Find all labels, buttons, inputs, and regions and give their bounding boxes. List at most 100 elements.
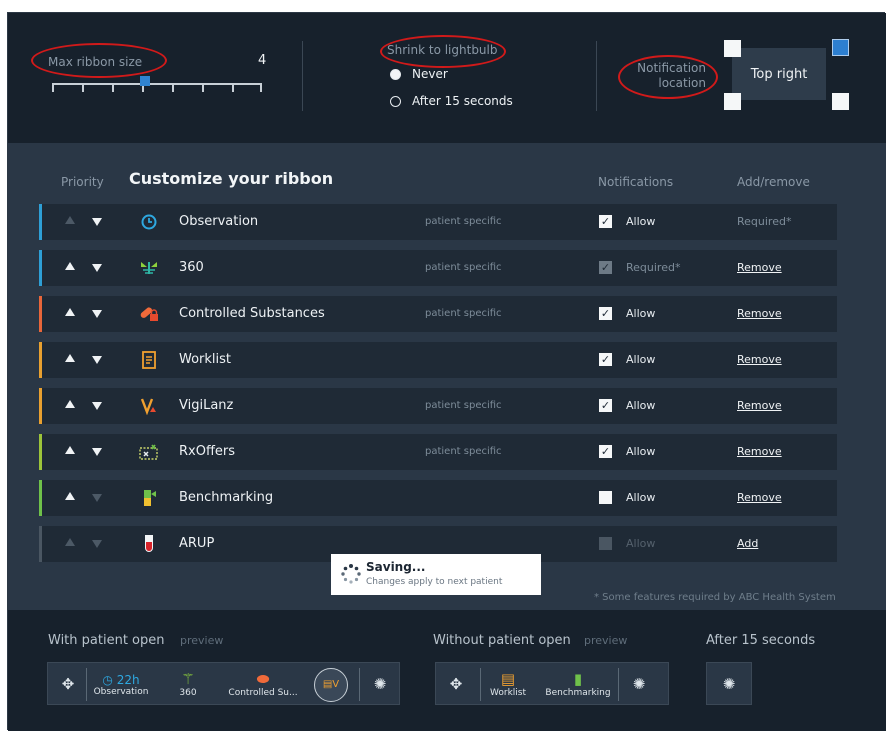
move-up-button[interactable] [65, 446, 75, 454]
ribbon-preview-after-15s: ✺ [706, 662, 752, 705]
notification-label: Required* [626, 261, 681, 274]
col-priority: Priority [61, 175, 104, 189]
remove-link[interactable]: Remove [737, 261, 782, 274]
notification-label: Allow [626, 537, 656, 550]
notification-label: Allow [626, 353, 656, 366]
shrink-never-label[interactable]: Never [412, 67, 448, 81]
corner-top-right[interactable] [832, 39, 849, 56]
move-up-button[interactable] [65, 262, 75, 270]
corner-top-left[interactable] [724, 40, 741, 57]
notification-checkbox: ✓ [599, 261, 612, 274]
table-row: RxOffers patient specific ✓ Allow Remove [39, 434, 837, 470]
move-down-button[interactable] [92, 448, 102, 456]
360-icon [138, 258, 160, 278]
remove-link[interactable]: Remove [737, 445, 782, 458]
move-up-button[interactable] [65, 308, 75, 316]
move-up-button [65, 538, 75, 546]
remove-link[interactable]: Remove [737, 353, 782, 366]
notification-checkbox[interactable]: ✓ [599, 215, 612, 228]
move-up-button[interactable] [65, 216, 75, 224]
notification-label: Allow [626, 491, 656, 504]
saving-toast: Saving... Changes apply to next patient [331, 554, 541, 595]
move-icon: ✥ [449, 675, 463, 693]
corner-bottom-left[interactable] [724, 93, 741, 110]
move-down-button[interactable] [92, 264, 102, 272]
notification-checkbox[interactable] [599, 491, 612, 504]
ribbon-preview-without-patient: ✥ ▤ Worklist ▮ Benchmarking ✺ [435, 662, 669, 705]
shrink-never-radio[interactable] [390, 69, 401, 80]
preview-overflow-group[interactable]: ▤V [311, 666, 351, 703]
lightbulb-icon: ✺ [632, 675, 646, 693]
lightbulb-toggle[interactable]: ✺ [624, 666, 654, 703]
move-down-button [92, 540, 102, 548]
remove-link[interactable]: Remove [737, 491, 782, 504]
move-down-button[interactable] [92, 218, 102, 226]
toast-title: Saving... [366, 560, 426, 574]
move-up-button[interactable] [65, 400, 75, 408]
ribbon-settings-window: Max ribbon size 4 Shrink to lightbulb Ne… [7, 12, 886, 731]
lightbulb-icon: ✺ [722, 675, 736, 693]
rxoffers-icon [138, 442, 160, 462]
shrink-15s-label[interactable]: After 15 seconds [412, 94, 513, 108]
row-name: Observation [179, 214, 259, 229]
slider-tick [260, 85, 262, 92]
required-label: Required* [737, 215, 792, 228]
divider [302, 41, 303, 111]
ribbon-size-slider-thumb[interactable] [140, 76, 150, 86]
preview-controlled: ⬬ Controlled Su... [228, 670, 298, 699]
row-name: Worklist [179, 352, 232, 367]
shrink-15s-radio[interactable] [390, 96, 401, 107]
row-name: RxOffers [179, 444, 236, 459]
move-up-button[interactable] [65, 354, 75, 362]
with-patient-label: With patient open [48, 633, 165, 648]
add-link[interactable]: Add [737, 537, 758, 550]
notification-label: Allow [626, 445, 656, 458]
grouped-apps-icon: ▤V [314, 667, 348, 702]
worklist-icon [138, 350, 160, 370]
preview-worklist: ▤ Worklist [489, 670, 526, 699]
move-handle[interactable]: ✥ [56, 666, 80, 703]
move-down-button[interactable] [92, 310, 102, 318]
slider-tick [142, 85, 144, 92]
highlight-ring [380, 35, 506, 68]
lightbulb-toggle[interactable]: ✺ [365, 666, 395, 703]
settings-bar: Max ribbon size 4 Shrink to lightbulb Ne… [8, 13, 886, 143]
divider [596, 41, 597, 111]
move-down-button [92, 494, 102, 502]
location-button-label: Top right [750, 66, 808, 82]
slider-tick [232, 85, 234, 92]
360-icon: ⚚ [181, 670, 195, 688]
lightbulb-toggle[interactable]: ✺ [715, 666, 743, 703]
move-down-button[interactable] [92, 402, 102, 410]
table-row: Controlled Substances patient specific ✓… [39, 296, 837, 332]
notification-checkbox[interactable]: ✓ [599, 353, 612, 366]
pill-lock-icon: ⬬ [256, 670, 270, 688]
move-icon: ✥ [61, 675, 75, 693]
row-name: VigiLanz [179, 398, 234, 413]
corner-bottom-right[interactable] [832, 93, 849, 110]
notification-checkbox[interactable]: ✓ [599, 399, 612, 412]
pill-lock-icon [138, 304, 160, 324]
spinner-icon [341, 564, 361, 584]
preview-observation: ◷ 22h Observation [93, 672, 149, 697]
notification-checkbox[interactable]: ✓ [599, 445, 612, 458]
notification-label: Allow [626, 307, 656, 320]
remove-link[interactable]: Remove [737, 307, 782, 320]
without-preview-label: preview [584, 634, 628, 647]
slider-tick [202, 85, 204, 92]
notification-location-button[interactable]: Top right [732, 48, 826, 100]
move-down-button[interactable] [92, 356, 102, 364]
worklist-icon: ▤ [500, 670, 516, 688]
notification-checkbox[interactable]: ✓ [599, 307, 612, 320]
table-row: VigiLanz patient specific ✓ Allow Remove [39, 388, 837, 424]
max-ribbon-value: 4 [258, 53, 267, 68]
move-handle[interactable]: ✥ [444, 666, 468, 703]
highlight-ring [31, 43, 167, 78]
slider-tick [112, 85, 114, 92]
slider-tick [172, 85, 174, 92]
remove-link[interactable]: Remove [737, 399, 782, 412]
slider-tick [52, 85, 54, 92]
move-up-button[interactable] [65, 492, 75, 500]
row-tag: patient specific [425, 262, 502, 273]
notification-label: Allow [626, 399, 656, 412]
